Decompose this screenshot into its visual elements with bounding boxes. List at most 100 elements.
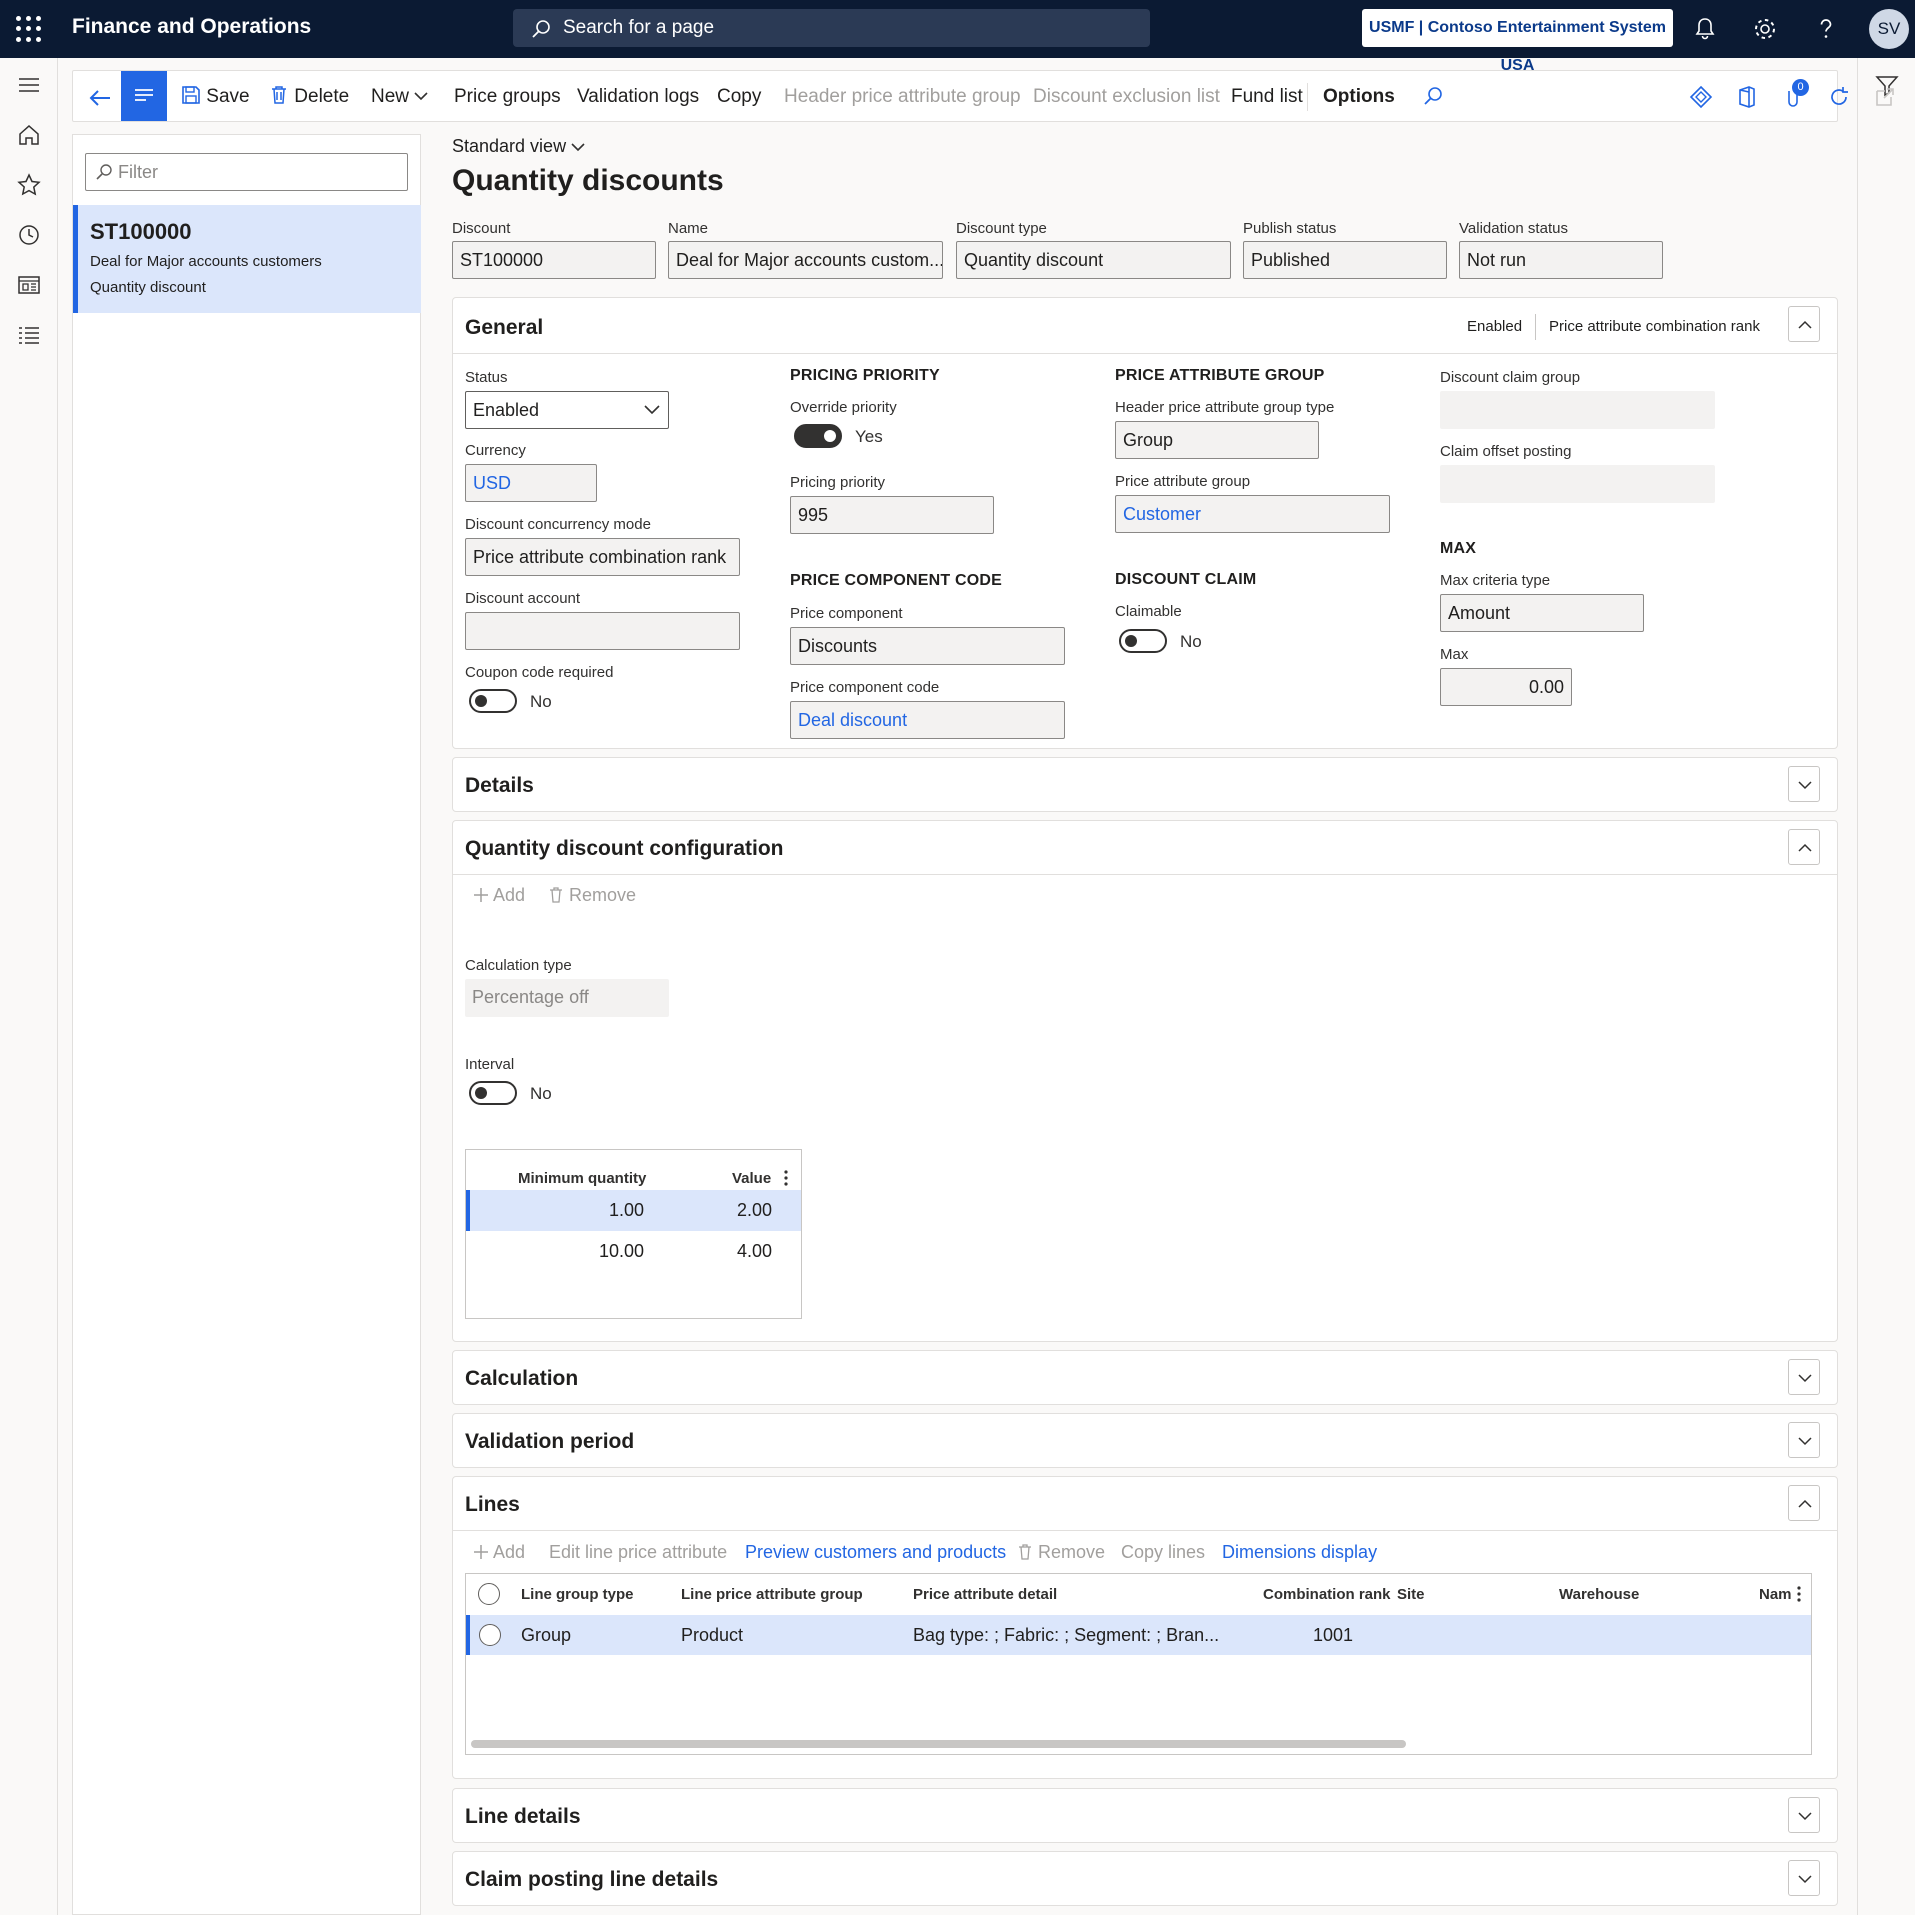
fund-list-button[interactable]: Fund list [1231,71,1303,123]
workspaces-icon[interactable] [14,270,44,300]
qdc-remove-button[interactable]: Remove [548,885,636,906]
concurrency-field[interactable]: Price attribute combination rank [465,538,740,576]
lines-collapse-button[interactable] [1788,1485,1820,1521]
action-search-icon[interactable] [1421,85,1445,109]
price-attribute-group-field[interactable]: Customer [1115,495,1390,533]
calc-type-field[interactable]: Percentage off [465,979,669,1017]
claimable-toggle[interactable] [1119,629,1167,653]
home-icon[interactable] [14,120,44,150]
col-combination-rank[interactable]: Combination rank [1263,1586,1391,1603]
notification-bell-icon[interactable] [1690,14,1720,44]
search-input[interactable]: Search for a page [513,9,1150,47]
discount-field[interactable]: ST100000 [452,241,656,279]
company-picker[interactable]: USMF | Contoso Entertainment System USA [1362,9,1673,74]
new-menu-button[interactable]: New [371,71,428,123]
max-field[interactable]: 0.00 [1440,668,1572,706]
col-warehouse[interactable]: Warehouse [1559,1586,1639,1603]
col-line-price-attribute-group[interactable]: Line price attribute group [681,1586,863,1603]
horizontal-scrollbar[interactable] [471,1740,1406,1748]
app-launcher-icon[interactable] [14,14,44,44]
claim-posting-title[interactable]: Claim posting line details [465,1868,718,1892]
pricing-priority-field[interactable]: 995 [790,496,994,534]
app-title[interactable]: Finance and Operations [72,15,311,39]
select-all-radio[interactable] [478,1583,500,1605]
col-price-attribute-detail[interactable]: Price attribute detail [913,1586,1057,1603]
name-field[interactable]: Deal for Major accounts custom... [668,241,943,279]
action-menu-button[interactable] [121,71,167,121]
refresh-icon[interactable] [1827,85,1851,109]
row-select-radio[interactable] [479,1624,501,1646]
validation-logs-button[interactable]: Validation logs [577,71,699,123]
column-options-icon[interactable] [782,1168,790,1188]
claim-group-field[interactable] [1440,391,1715,429]
filter-input[interactable]: Filter [85,153,408,191]
validation-period-title[interactable]: Validation period [465,1430,634,1454]
edit-line-price-attribute-button[interactable]: Edit line price attribute [549,1542,727,1563]
discount-account-field[interactable] [465,612,740,650]
options-tab[interactable]: Options [1323,71,1395,123]
calculation-title[interactable]: Calculation [465,1367,578,1391]
column-options-icon[interactable] [1795,1584,1803,1604]
discount-exclusion-list-button[interactable]: Discount exclusion list [1033,71,1220,123]
lines-add-button[interactable]: Add [473,1542,525,1563]
power-apps-icon[interactable] [1689,85,1713,109]
table-row[interactable]: 1.00 2.00 [466,1190,801,1231]
lines-title[interactable]: Lines [465,1493,520,1517]
col-value[interactable]: Value [732,1170,771,1187]
copy-button[interactable]: Copy [717,71,761,123]
status-dropdown[interactable]: Enabled [465,391,669,429]
table-row[interactable]: Group Product Bag type: ; Fabric: ; Segm… [466,1615,1811,1655]
discount-type-field[interactable]: Quantity discount [956,241,1231,279]
interval-value: No [530,1084,552,1103]
max-criteria-field[interactable]: Amount [1440,594,1644,632]
open-in-new-window-icon[interactable] [1873,85,1897,109]
interval-toggle[interactable] [469,1081,517,1105]
qdc-divider [453,874,1837,875]
lines-remove-button[interactable]: Remove [1017,1542,1105,1563]
header-price-attribute-group-button[interactable]: Header price attribute group [784,71,1021,123]
general-title[interactable]: General [465,316,543,340]
table-row[interactable]: 10.00 4.00 [466,1231,801,1272]
header-group-type-field[interactable]: Group [1115,421,1319,459]
gear-icon[interactable] [1750,14,1780,44]
qdc-collapse-button[interactable] [1788,829,1820,865]
office-icon[interactable] [1735,85,1759,109]
dimensions-display-button[interactable]: Dimensions display [1222,1542,1377,1563]
coupon-toggle[interactable] [469,689,517,713]
col-line-group-type[interactable]: Line group type [521,1586,634,1603]
validation-period-expand-button[interactable] [1788,1422,1820,1458]
line-details-title[interactable]: Line details [465,1805,581,1829]
hamburger-menu-icon[interactable] [14,70,44,100]
preview-customers-products-button[interactable]: Preview customers and products [745,1542,1006,1563]
recent-clock-icon[interactable] [14,220,44,250]
qdc-add-button[interactable]: Add [473,885,525,906]
modules-list-icon[interactable] [14,320,44,350]
line-details-expand-button[interactable] [1788,1797,1820,1833]
currency-field[interactable]: USD [465,464,597,502]
save-button[interactable]: Save [181,71,250,123]
publish-status-field[interactable]: Published [1243,241,1447,279]
list-item[interactable]: ST100000 Deal for Major accounts custome… [73,205,421,313]
details-expand-button[interactable] [1788,766,1820,802]
details-title[interactable]: Details [465,774,534,798]
col-name[interactable]: Nam [1759,1586,1792,1603]
delete-button[interactable]: Delete [269,71,349,123]
qdc-title[interactable]: Quantity discount configuration [465,837,784,861]
view-selector[interactable]: Standard view [452,136,585,157]
claim-posting-expand-button[interactable] [1788,1860,1820,1896]
avatar[interactable]: SV [1869,9,1909,49]
general-collapse-button[interactable] [1788,306,1820,342]
override-priority-toggle[interactable] [794,424,842,448]
price-component-code-field[interactable]: Deal discount [790,701,1065,739]
validation-status-field[interactable]: Not run [1459,241,1663,279]
price-groups-button[interactable]: Price groups [454,71,561,123]
calculation-expand-button[interactable] [1788,1359,1820,1395]
col-minimum-quantity[interactable]: Minimum quantity [518,1170,646,1187]
back-arrow-icon[interactable] [83,81,117,115]
help-icon[interactable] [1811,14,1841,44]
claim-offset-field[interactable] [1440,465,1715,503]
price-component-field[interactable]: Discounts [790,627,1065,665]
col-site[interactable]: Site [1397,1586,1425,1603]
favorites-star-icon[interactable] [14,170,44,200]
copy-lines-button[interactable]: Copy lines [1121,1542,1205,1563]
